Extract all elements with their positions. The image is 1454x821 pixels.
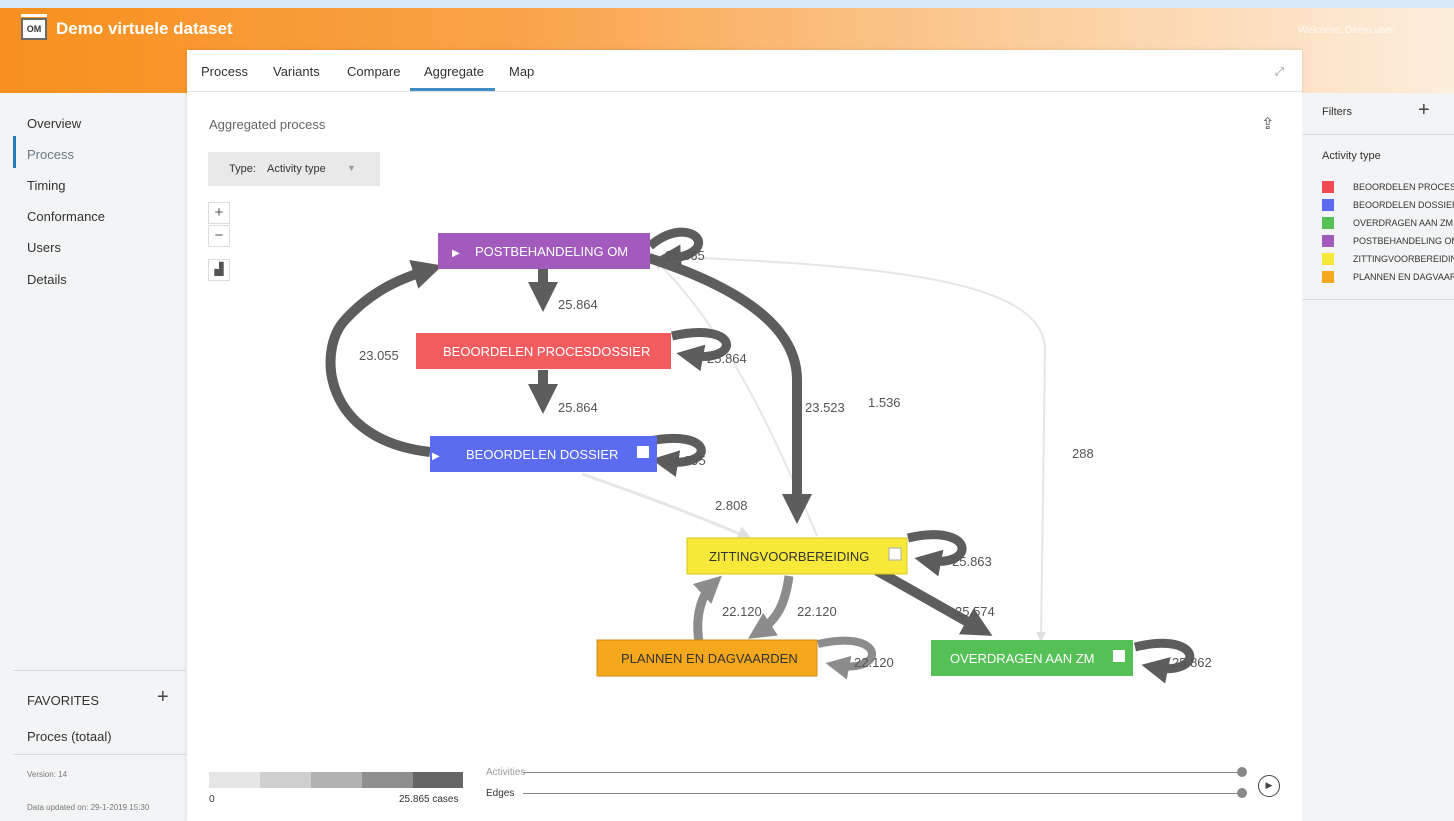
process-graph: ▶ POSTBEHANDELING OM BEOORDELEN PROCESDO… — [325, 227, 1212, 684]
edge-label: 24.895 — [666, 453, 706, 468]
legend-label: BEOORDELEN DOSSIER — [1353, 200, 1454, 210]
scale-segment — [209, 772, 260, 788]
legend-label: POSTBEHANDELING OM — [1353, 236, 1454, 246]
sidebar-divider — [13, 754, 186, 755]
edge-label: 25.862 — [1172, 655, 1212, 670]
main-panel: Process Variants Compare Aggregate Map ⤢… — [187, 50, 1302, 821]
filters-title: Filters — [1322, 106, 1352, 118]
edge-zitt-plan[interactable] — [747, 575, 794, 639]
edge-label: 25.574 — [955, 604, 995, 619]
edge-label: 25.864 — [707, 351, 747, 366]
node-label: BEOORDELEN PROCESDOSSIER — [443, 344, 650, 359]
add-favorite-button[interactable]: + — [157, 686, 169, 709]
legend-swatch — [1322, 271, 1334, 283]
sidebar-item-users[interactable]: Users — [27, 240, 61, 255]
favorite-item[interactable]: Proces (totaal) — [27, 729, 112, 744]
legend-label: OVERDRAGEN AAN ZM — [1353, 218, 1454, 228]
filter-panel: Filters + Activity type BEOORDELEN PROCE… — [1302, 93, 1454, 821]
sidebar-item-details[interactable]: Details — [27, 272, 67, 287]
edge-label: 25.864 — [558, 297, 598, 312]
node-beoordelen-procesdossier[interactable]: BEOORDELEN PROCESDOSSIER — [416, 333, 671, 369]
add-filter-button[interactable]: + — [1418, 99, 1430, 122]
scale-segment — [362, 772, 413, 788]
legend-swatch — [1322, 199, 1334, 211]
app-frame: OM Demo virtuele dataset Welcome, Demo u… — [0, 0, 1454, 821]
node-overdragen-aan-zm[interactable]: OVERDRAGEN AAN ZM — [931, 640, 1133, 676]
node-label: PLANNEN EN DAGVAARDEN — [621, 651, 798, 666]
start-icon: ▶ — [452, 248, 460, 259]
screen-edge — [0, 0, 1454, 8]
legend-label: BEOORDELEN PROCESDOSSIER — [1353, 182, 1454, 192]
edge-label: 2.808 — [715, 498, 748, 513]
end-icon — [1113, 650, 1125, 662]
edges-slider[interactable] — [523, 793, 1243, 794]
edges-slider-handle[interactable] — [1237, 788, 1247, 798]
edge-label: 22.120 — [854, 655, 894, 670]
version-text: Version: 14 — [27, 770, 68, 779]
legend-item[interactable]: ZITTINGVOORBEREIDING — [1322, 253, 1454, 265]
node-postbehandeling[interactable]: ▶ POSTBEHANDELING OM — [438, 233, 650, 269]
edge-label: 25.864 — [558, 400, 598, 415]
node-label: ZITTINGVOORBEREIDING — [709, 549, 869, 564]
scale-segment — [260, 772, 311, 788]
node-label: POSTBEHANDELING OM — [475, 244, 628, 259]
edge-label: 23.523 — [805, 400, 845, 415]
edge-zitt-over[interactable] — [864, 560, 993, 636]
sidebar-item-conformance[interactable]: Conformance — [27, 209, 105, 224]
app-title: Demo virtuele dataset — [56, 19, 233, 38]
scale-segment — [413, 772, 463, 788]
end-icon — [637, 446, 649, 458]
node-beoordelen-dossier[interactable]: ▶ BEOORDELEN DOSSIER — [430, 436, 657, 472]
edge-label: 23.055 — [359, 348, 399, 363]
node-label: OVERDRAGEN AAN ZM — [950, 651, 1094, 666]
sidebar-divider — [13, 670, 186, 671]
legend-label: ZITTINGVOORBEREIDING — [1353, 254, 1454, 264]
legend-swatch — [1322, 181, 1334, 193]
legend-item[interactable]: BEOORDELEN DOSSIER — [1322, 199, 1454, 211]
sidebar-item-timing[interactable]: Timing — [27, 178, 66, 193]
edge-label: 22.120 — [797, 604, 837, 619]
sidebar-item-overview[interactable]: Overview — [27, 116, 81, 131]
node-plannen-en-dagvaarden[interactable]: PLANNEN EN DAGVAARDEN — [596, 639, 818, 677]
activities-slider-handle[interactable] — [1237, 767, 1247, 777]
legend-label: PLANNEN EN DAGVAARDEN — [1353, 272, 1454, 282]
sidebar-item-process[interactable]: Process — [27, 147, 74, 162]
user-info[interactable]: Welcome, Demo user — [1298, 25, 1394, 36]
start-icon: ▶ — [432, 451, 440, 462]
legend-swatch — [1322, 235, 1334, 247]
edge-label: 1.536 — [868, 395, 901, 410]
frequency-scale — [209, 772, 463, 788]
favorites-title: FAVORITES — [27, 693, 99, 708]
legend-item[interactable]: OVERDRAGEN AAN ZM — [1322, 217, 1454, 229]
active-nav-indicator — [13, 136, 16, 168]
legend-item[interactable]: PLANNEN EN DAGVAARDEN — [1322, 271, 1454, 283]
edges-slider-label: Edges — [486, 788, 515, 799]
scale-min-label: 0 — [209, 794, 215, 805]
activities-slider[interactable] — [523, 772, 1243, 773]
filter-divider — [1302, 134, 1454, 135]
filter-divider — [1302, 299, 1454, 300]
scale-max-label: 25.865 cases — [399, 794, 459, 805]
edge-label: 288 — [1072, 446, 1094, 461]
data-updated-text: Data updated on: 29-1-2019 15:30 — [27, 803, 150, 812]
sidebar: Overview Process Timing Conformance User… — [0, 93, 186, 821]
scale-segment — [311, 772, 362, 788]
legend-item[interactable]: POSTBEHANDELING OM — [1322, 235, 1454, 247]
edge-plan-zitt[interactable] — [692, 575, 722, 643]
play-icon[interactable]: ▶ — [1258, 775, 1280, 797]
node-zittingvoorbereiding[interactable]: ZITTINGVOORBEREIDING — [686, 537, 908, 575]
legend-item[interactable]: BEOORDELEN PROCESDOSSIER — [1322, 181, 1454, 193]
legend-swatch — [1322, 217, 1334, 229]
activity-type-heading: Activity type — [1322, 150, 1381, 162]
edge-label: 22.120 — [722, 604, 762, 619]
edge-label: 25.865 — [665, 248, 705, 263]
edge-post-zitt[interactable] — [647, 253, 812, 524]
end-icon — [888, 547, 902, 561]
om-logo: OM — [21, 14, 47, 40]
node-label: BEOORDELEN DOSSIER — [466, 447, 618, 462]
edge-label: 25.863 — [952, 554, 992, 569]
activities-slider-label: Activities — [486, 767, 526, 778]
legend-swatch — [1322, 253, 1334, 265]
